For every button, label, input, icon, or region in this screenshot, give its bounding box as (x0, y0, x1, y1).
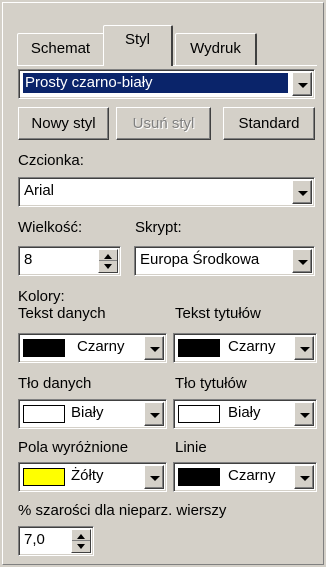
color-name: Żółty (71, 467, 104, 484)
font-select[interactable]: Arial (18, 177, 315, 207)
color-name: Biały (71, 404, 104, 421)
script-select[interactable]: Europa Środkowa (134, 246, 315, 276)
gray-value: 7,0 (24, 531, 45, 548)
spin-down-icon[interactable] (72, 541, 90, 552)
color-swatch (23, 339, 65, 357)
lines-label: Linie (175, 439, 207, 456)
color-swatch (23, 405, 65, 423)
data-text-color-select[interactable]: Czarny (18, 333, 167, 363)
size-value: 8 (24, 251, 33, 268)
title-text-color-select[interactable]: Czarny (173, 333, 317, 363)
colors-heading: Kolory: (18, 288, 65, 305)
tab-label: Wydruk (190, 40, 241, 57)
data-text-label: Tekst danych (18, 305, 106, 322)
data-bg-color-select[interactable]: Biały (18, 399, 167, 429)
script-label: Skrypt: (135, 219, 182, 236)
script-select-value: Europa Środkowa (140, 251, 260, 268)
data-bg-label: Tło danych (18, 375, 92, 392)
standard-label: Standard (238, 115, 300, 132)
font-select-value: Arial (24, 182, 55, 199)
lines-color-select[interactable]: Czarny (173, 462, 317, 492)
title-text-label: Tekst tytułów (175, 305, 261, 322)
new-style-label: Nowy styl (31, 115, 96, 132)
size-stepper[interactable]: 8 (18, 246, 121, 276)
color-swatch (178, 405, 220, 423)
new-style-button[interactable]: Nowy styl (18, 107, 109, 140)
chevron-down-icon[interactable] (292, 180, 312, 204)
spinner-icon[interactable] (71, 529, 91, 553)
color-name: Czarny (77, 338, 125, 355)
highlight-label: Pola wyróżnione (18, 439, 129, 456)
color-name: Biały (228, 404, 261, 421)
spin-up-icon[interactable] (72, 530, 90, 541)
color-name: Czarny (228, 467, 276, 484)
color-swatch (178, 339, 220, 357)
style-panel: Schemat Styl Wydruk Prosty czarno-biały … (2, 2, 324, 565)
color-swatch (178, 468, 220, 486)
font-label: Czcionka: (18, 152, 84, 169)
chevron-down-icon[interactable] (144, 465, 164, 489)
chevron-down-icon[interactable] (294, 402, 314, 426)
gray-label: % szarości dla nieparz. wierszy (18, 502, 227, 519)
style-select[interactable]: Prosty czarno-biały (18, 69, 315, 99)
chevron-down-icon[interactable] (294, 465, 314, 489)
highlight-color-select[interactable]: Żółty (18, 462, 167, 492)
tab-schemat[interactable]: Schemat (17, 33, 105, 66)
size-label: Wielkość: (18, 219, 83, 236)
spin-down-icon[interactable] (99, 261, 117, 272)
tab-styl[interactable]: Styl (103, 25, 173, 66)
title-bg-color-select[interactable]: Biały (173, 399, 317, 429)
spinner-icon[interactable] (98, 249, 118, 273)
spin-up-icon[interactable] (99, 250, 117, 261)
chevron-down-icon[interactable] (144, 336, 164, 360)
chevron-down-icon[interactable] (144, 402, 164, 426)
delete-style-label: Usuń styl (132, 115, 195, 132)
chevron-down-icon[interactable] (292, 72, 312, 96)
delete-style-button[interactable]: Usuń styl (116, 107, 211, 140)
title-bg-label: Tło tytułów (175, 375, 247, 392)
chevron-down-icon[interactable] (294, 336, 314, 360)
tab-label: Styl (124, 31, 150, 48)
chevron-down-icon[interactable] (292, 249, 312, 273)
tab-wydruk[interactable]: Wydruk (175, 33, 257, 66)
standard-button[interactable]: Standard (223, 107, 315, 140)
color-swatch (23, 468, 65, 486)
tab-label: Schemat (30, 40, 91, 57)
color-name: Czarny (228, 338, 276, 355)
gray-stepper[interactable]: 7,0 (18, 526, 94, 556)
style-select-value: Prosty czarno-biały (22, 72, 289, 94)
